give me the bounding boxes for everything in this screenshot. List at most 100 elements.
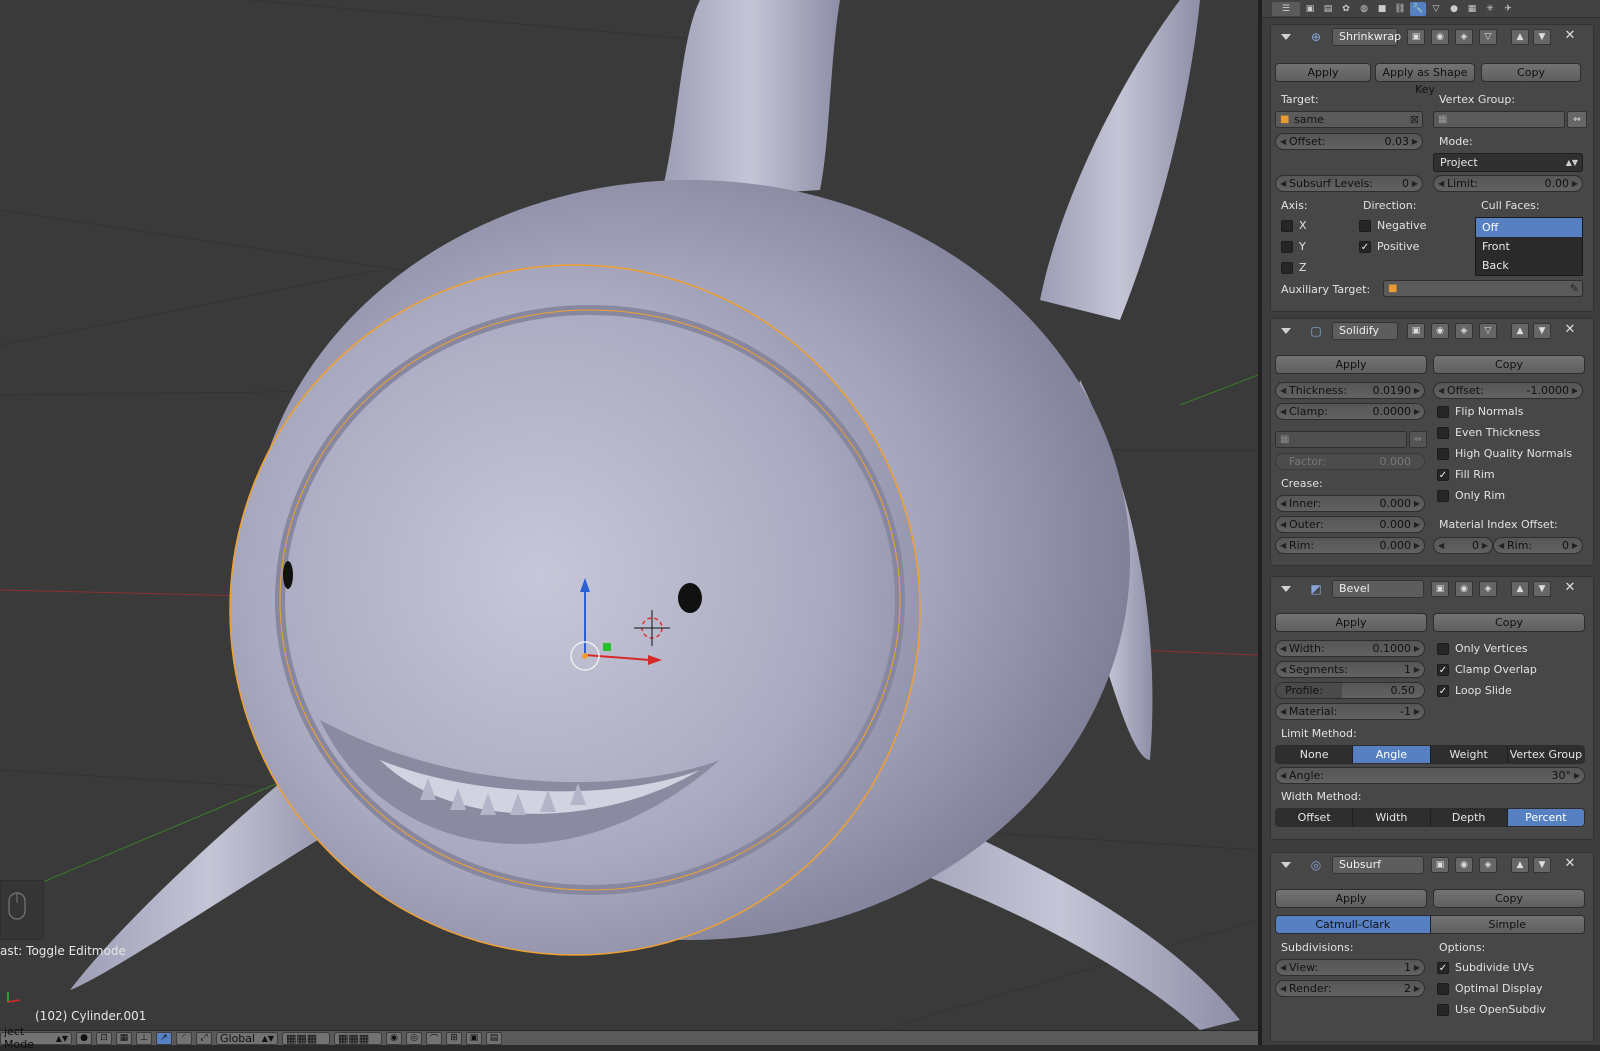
render-preview-icon[interactable]: ▣ xyxy=(466,1031,482,1045)
segments-field[interactable]: ◀ Segments: 1 ▶ xyxy=(1275,661,1425,678)
loop-slide-checkbox[interactable]: ✓ Loop Slide xyxy=(1437,684,1512,697)
factor-field[interactable]: Factor: 0.000 xyxy=(1275,453,1425,470)
editmode-toggle-icon[interactable]: ◈ xyxy=(1479,857,1497,873)
rotate-icon[interactable]: ◜ xyxy=(176,1031,192,1045)
copy-button[interactable]: Copy xyxy=(1481,63,1581,82)
target-field[interactable]: ■ same ⊠ xyxy=(1275,111,1423,128)
apply-button[interactable]: Apply xyxy=(1275,889,1427,908)
proportional-edit-icon[interactable]: ◎ xyxy=(406,1031,422,1045)
collapse-triangle-icon[interactable] xyxy=(1281,328,1291,334)
modifier-name-field[interactable]: Solidify xyxy=(1332,322,1398,340)
clear-icon[interactable]: ⊠ xyxy=(1410,112,1419,127)
mode-select[interactable]: Project ▲▼ xyxy=(1433,153,1583,172)
negative-checkbox[interactable]: Negative xyxy=(1359,219,1426,232)
cull-front-option[interactable]: Front xyxy=(1476,237,1582,256)
texture-icon[interactable]: ▦ xyxy=(1464,2,1480,16)
angle-field[interactable]: ◀ Angle: 30° ▶ xyxy=(1275,767,1585,784)
limit-weight-option[interactable]: Weight xyxy=(1430,746,1508,763)
limit-field[interactable]: ◀ Limit: 0.00 ▶ xyxy=(1433,175,1583,192)
move-down-icon[interactable]: ▼ xyxy=(1533,29,1551,45)
copy-button[interactable]: Copy xyxy=(1433,613,1585,632)
limit-none-option[interactable]: None xyxy=(1276,746,1354,763)
even-thickness-checkbox[interactable]: Even Thickness xyxy=(1437,426,1540,439)
modifier-name-field[interactable]: Subsurf xyxy=(1332,856,1424,874)
invert-vgroup-icon[interactable]: ⇔ xyxy=(1567,111,1587,128)
render-toggle-icon[interactable]: ▣ xyxy=(1431,581,1449,597)
render-toggle-icon[interactable]: ▣ xyxy=(1407,323,1425,339)
viewport-toggle-icon[interactable]: ◉ xyxy=(1455,857,1473,873)
viewport-toggle-icon[interactable]: ◉ xyxy=(1431,29,1449,45)
axis-x-checkbox[interactable]: X xyxy=(1281,219,1307,232)
fill-rim-checkbox[interactable]: ✓ Fill Rim xyxy=(1437,468,1495,481)
physics-icon[interactable]: ✈ xyxy=(1500,2,1516,16)
close-icon[interactable]: ✕ xyxy=(1563,580,1577,596)
simple-option[interactable]: Simple xyxy=(1430,916,1584,933)
render-anim-icon[interactable]: ▤ xyxy=(486,1031,502,1045)
inner-crease-field[interactable]: ◀ Inner: 0.000 ▶ xyxy=(1275,495,1425,512)
layers-grid[interactable]: ▦▦▦ xyxy=(282,1031,330,1045)
catmull-clark-option[interactable]: Catmull-Clark xyxy=(1276,916,1431,933)
cull-off-option[interactable]: Off xyxy=(1476,218,1582,237)
modifier-name-field[interactable]: Shrinkwrap xyxy=(1332,28,1401,46)
snap-mode-icon[interactable]: ▦ xyxy=(116,1031,132,1045)
viewport-toggle-icon[interactable]: ◉ xyxy=(1455,581,1473,597)
shading-sphere-icon[interactable]: ● xyxy=(76,1031,92,1045)
view-levels-field[interactable]: ◀ View: 1 ▶ xyxy=(1275,959,1425,976)
move-up-icon[interactable]: ▲ xyxy=(1511,323,1529,339)
translate-icon[interactable]: ↗ xyxy=(156,1031,172,1045)
move-down-icon[interactable]: ▼ xyxy=(1533,581,1551,597)
modifiers-icon[interactable]: 🔧 xyxy=(1410,1,1426,16)
material-field[interactable]: ◀ Material: -1 ▶ xyxy=(1275,703,1425,720)
orientation-select[interactable]: Global ▲▼ xyxy=(216,1031,278,1045)
close-icon[interactable]: ✕ xyxy=(1563,28,1577,44)
collapse-triangle-icon[interactable] xyxy=(1281,586,1291,592)
snap-element-icon[interactable]: ⊞ xyxy=(446,1031,462,1045)
move-down-icon[interactable]: ▼ xyxy=(1533,857,1551,873)
scene-icon[interactable]: ✿ xyxy=(1338,2,1354,16)
move-up-icon[interactable]: ▲ xyxy=(1511,29,1529,45)
material-icon[interactable]: ● xyxy=(1446,2,1462,16)
width-depth-option[interactable]: Depth xyxy=(1430,809,1508,826)
layers-grid-2[interactable]: ▦▦▦ xyxy=(334,1031,382,1045)
editor-type-icon[interactable]: ☰ xyxy=(1272,1,1300,16)
clamp-field[interactable]: ◀ Clamp: 0.0000 ▶ xyxy=(1275,403,1425,420)
copy-button[interactable]: Copy xyxy=(1433,355,1585,374)
only-rim-checkbox[interactable]: Only Rim xyxy=(1437,489,1505,502)
vertex-group-field[interactable]: ▦ xyxy=(1433,111,1565,128)
modifier-name-field[interactable]: Bevel xyxy=(1332,580,1424,598)
viewport-toggle-icon[interactable]: ◉ xyxy=(1431,323,1449,339)
apply-button[interactable]: Apply xyxy=(1275,613,1427,632)
axis-y-checkbox[interactable]: Y xyxy=(1281,240,1306,253)
move-up-icon[interactable]: ▲ xyxy=(1511,581,1529,597)
limit-angle-option[interactable]: Angle xyxy=(1353,746,1431,763)
subsurf-levels-field[interactable]: ◀ Subsurf Levels: 0 ▶ xyxy=(1275,175,1423,192)
close-icon[interactable]: ✕ xyxy=(1563,322,1577,338)
render-icon[interactable]: ▣ xyxy=(1302,2,1318,16)
editmode-toggle-icon[interactable]: ◈ xyxy=(1455,29,1473,45)
high-quality-normals-checkbox[interactable]: High Quality Normals xyxy=(1437,447,1572,460)
constraints-icon[interactable]: ⛓ xyxy=(1392,2,1408,16)
move-down-icon[interactable]: ▼ xyxy=(1533,323,1551,339)
outer-crease-field[interactable]: ◀ Outer: 0.000 ▶ xyxy=(1275,516,1425,533)
object-icon[interactable]: ■ xyxy=(1374,2,1390,16)
width-width-option[interactable]: Width xyxy=(1353,809,1431,826)
apply-button[interactable]: Apply xyxy=(1275,63,1371,82)
collapse-triangle-icon[interactable] xyxy=(1281,34,1291,40)
material-offset-field[interactable]: ◀ 0 ▶ xyxy=(1433,537,1493,554)
auxiliary-target-field[interactable]: ■ ✎ xyxy=(1383,280,1583,297)
scale-icon[interactable]: ⤢ xyxy=(196,1031,212,1045)
use-opensubdiv-checkbox[interactable]: Use OpenSubdiv xyxy=(1437,1003,1546,1016)
only-vertices-checkbox[interactable]: Only Vertices xyxy=(1437,642,1528,655)
data-icon[interactable]: ▽ xyxy=(1428,2,1444,16)
editmode-toggle-icon[interactable]: ◈ xyxy=(1455,323,1473,339)
offset-field[interactable]: ◀ Offset: 0.03 ▶ xyxy=(1275,133,1423,150)
collapse-triangle-icon[interactable] xyxy=(1281,862,1291,868)
profile-slider[interactable]: Profile: 0.50 xyxy=(1275,682,1425,699)
width-percent-option[interactable]: Percent xyxy=(1507,809,1584,826)
invert-vgroup-icon[interactable]: ⇔ xyxy=(1409,431,1427,448)
limit-vertex-group-option[interactable]: Vertex Group xyxy=(1507,746,1584,763)
offset-field[interactable]: ◀ Offset: -1.0000 ▶ xyxy=(1433,382,1583,399)
snap-icon[interactable]: ⌒ xyxy=(426,1031,442,1045)
editmode-toggle-icon[interactable]: ◈ xyxy=(1479,581,1497,597)
cage-toggle-icon[interactable]: ▽ xyxy=(1479,323,1497,339)
